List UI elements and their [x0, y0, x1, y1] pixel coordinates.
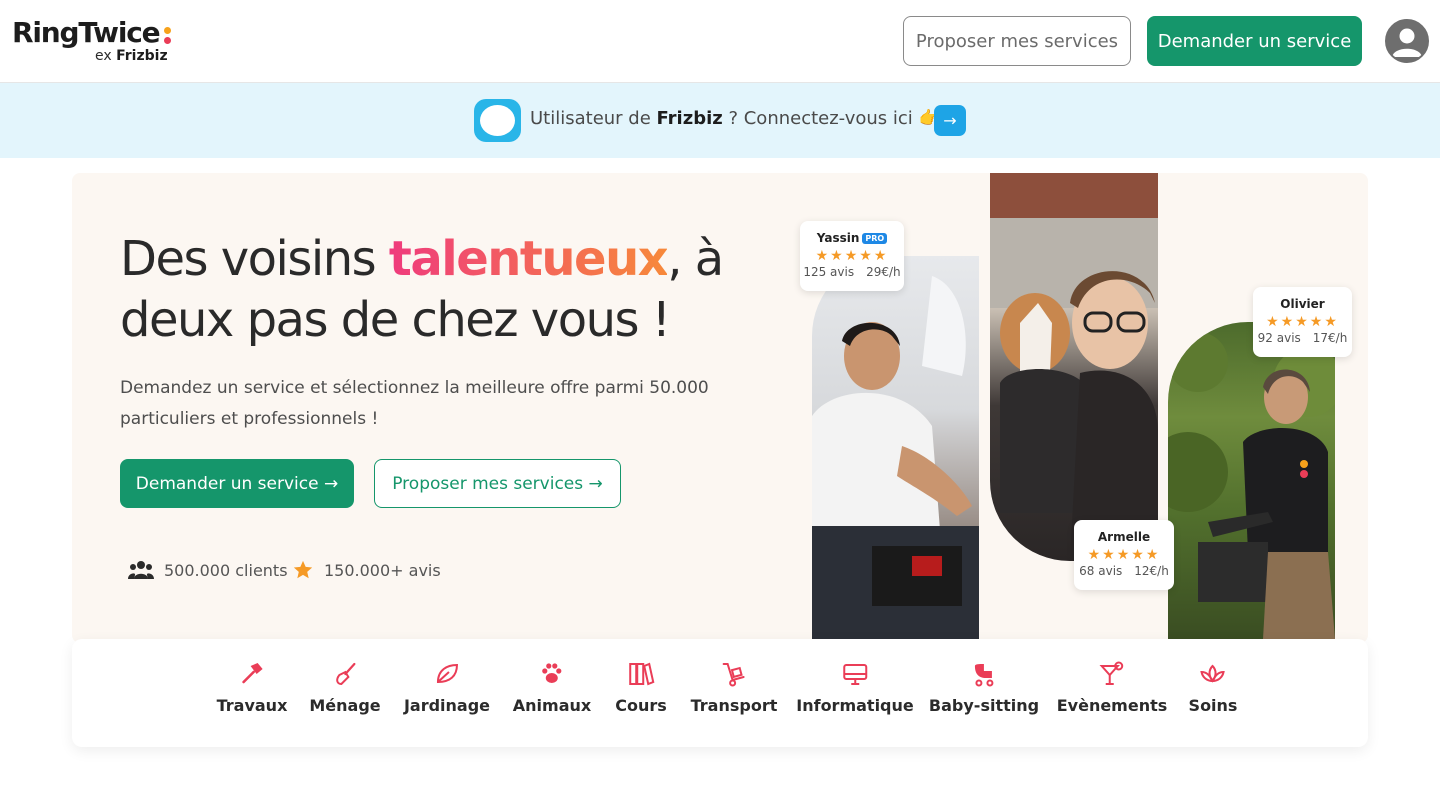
banner-text-prefix: Utilisateur de — [530, 108, 657, 129]
books-icon — [628, 662, 655, 686]
category-cours[interactable]: Cours — [615, 660, 667, 715]
provider-rate: 17€/h — [1312, 331, 1348, 345]
category-label: Informatique — [796, 696, 914, 715]
hero-request-service-button[interactable]: Demander un service → — [120, 459, 354, 508]
category-menage[interactable]: Ménage — [309, 660, 381, 715]
pro-badge: PRO — [862, 233, 888, 244]
category-evenements[interactable]: Evènements — [1056, 660, 1168, 715]
logo-sub-brand: Frizbiz — [116, 48, 168, 64]
lotus-icon — [1200, 664, 1226, 683]
logo-sub-prefix: ex — [95, 48, 112, 64]
category-label: Evènements — [1056, 696, 1168, 715]
provider-reviews: 92 avis — [1257, 331, 1301, 345]
ringtwice-logo[interactable]: RingTwice ex Frizbiz — [12, 16, 182, 68]
hero-title-start: Des voisins — [120, 231, 389, 287]
plumber-photo — [812, 256, 979, 639]
woman-with-dog-photo — [990, 173, 1158, 561]
category-label: Transport — [690, 696, 778, 715]
stroller-icon — [975, 664, 994, 687]
category-jardinage[interactable]: Jardinage — [404, 660, 490, 715]
provider-meta: 92 avis 17€/h — [1253, 331, 1352, 345]
gardener-photo — [1168, 322, 1335, 639]
hero-title: Des voisins talentueux, à deux pas de ch… — [120, 229, 740, 351]
provider-meta: 68 avis 12€/h — [1074, 564, 1174, 578]
hero-subtitle: Demandez un service et sélectionnez la m… — [120, 378, 709, 429]
cocktail-icon — [1099, 661, 1124, 685]
provider-name: Armelle — [1097, 530, 1151, 544]
frizbiz-banner-text: Utilisateur de Frizbiz ? Connectez-vous … — [530, 108, 941, 129]
logo-wordmark: RingTwice — [12, 16, 161, 49]
provider-card-yassin[interactable]: Yassin PRO ★★★★★ 125 avis 29€/h — [800, 221, 904, 291]
category-label: Jardinage — [403, 696, 491, 715]
frizbiz-logo-icon — [474, 99, 521, 142]
broom-icon — [335, 662, 356, 686]
hero-title-highlight: talentueux — [388, 231, 669, 287]
provider-card-armelle[interactable]: Armelle ★★★★★ 68 avis 12€/h — [1074, 520, 1174, 590]
banner-text-suffix: ? Connectez-vous ici 👉 — [722, 108, 941, 129]
provider-card-olivier[interactable]: Olivier ★★★★★ 92 avis 17€/h — [1253, 287, 1352, 357]
users-icon — [128, 561, 154, 579]
provider-stars: ★★★★★ — [815, 248, 889, 264]
logo-dots — [164, 26, 172, 46]
provider-reviews: 125 avis — [803, 265, 855, 279]
frizbiz-login-arrow-button[interactable]: → — [934, 105, 966, 136]
request-service-button[interactable]: Demander un service — [1147, 16, 1362, 66]
star-icon — [293, 560, 313, 579]
category-label: Cours — [615, 696, 667, 715]
clients-count: 500.000 clients — [164, 560, 288, 580]
provider-reviews: 68 avis — [1079, 564, 1123, 578]
provider-stars: ★★★★★ — [1266, 314, 1339, 330]
category-transport[interactable]: Transport — [690, 660, 778, 715]
user-avatar-icon[interactable] — [1385, 19, 1429, 63]
provider-name: Yassin PRO — [800, 231, 904, 245]
propose-services-button[interactable]: Proposer mes services — [903, 16, 1131, 66]
category-informatique[interactable]: Informatique — [796, 660, 914, 715]
category-label: Ménage — [309, 696, 381, 715]
category-animaux[interactable]: Animaux — [513, 660, 591, 715]
paw-icon — [542, 663, 562, 683]
leaf-icon — [436, 663, 458, 684]
provider-stars: ★★★★★ — [1087, 547, 1161, 563]
logo-subtitle: ex Frizbiz — [95, 48, 168, 64]
site-header: RingTwice ex Frizbiz Proposer mes servic… — [0, 0, 1440, 83]
category-baby-sitting[interactable]: Baby-sitting — [929, 660, 1039, 715]
reviews-stat: 150.000+ avis — [292, 558, 441, 582]
category-label: Soins — [1188, 696, 1238, 715]
handtruck-icon — [723, 663, 745, 687]
hammer-icon — [242, 663, 263, 684]
category-label: Travaux — [216, 696, 288, 715]
category-label: Animaux — [512, 696, 592, 715]
reviews-count: 150.000+ avis — [324, 560, 441, 580]
provider-meta: 125 avis 29€/h — [800, 265, 904, 279]
provider-name: Olivier — [1280, 297, 1325, 311]
clients-stat: 500.000 clients — [128, 558, 288, 582]
provider-rate: 12€/h — [1134, 564, 1169, 578]
provider-rate: 29€/h — [866, 265, 901, 279]
category-travaux[interactable]: Travaux — [216, 660, 288, 715]
hero-propose-services-button[interactable]: Proposer mes services → — [374, 459, 621, 508]
category-soins[interactable]: Soins — [1188, 660, 1238, 715]
category-label: Baby-sitting — [928, 696, 1040, 715]
banner-brand: Frizbiz — [656, 108, 723, 129]
computer-icon — [842, 664, 867, 685]
